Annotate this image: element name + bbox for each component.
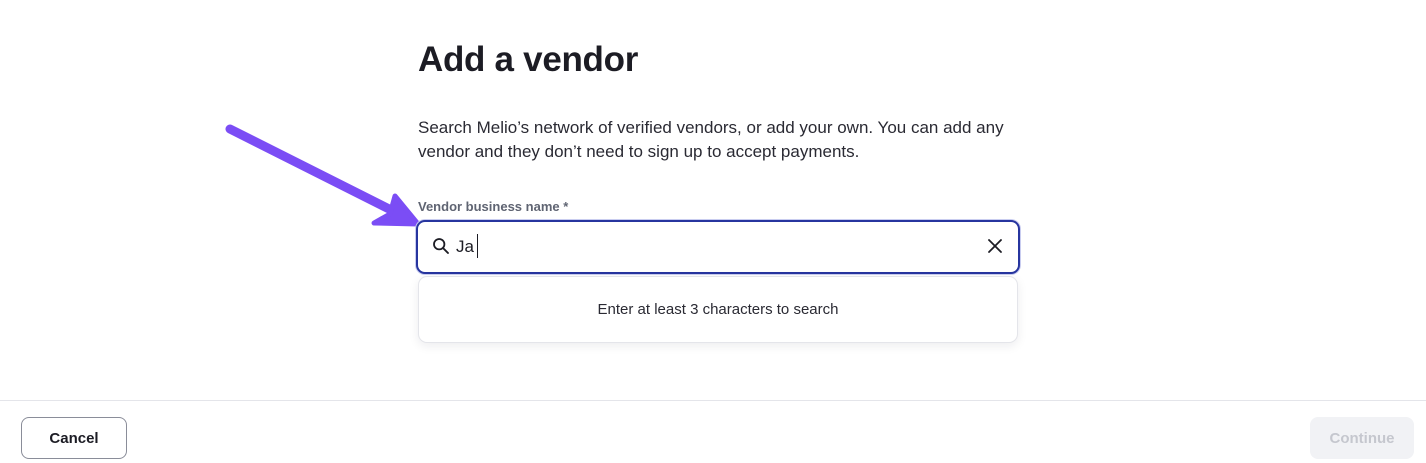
close-icon[interactable] [986, 237, 1004, 255]
page-description: Search Melio’s network of verified vendo… [418, 118, 1004, 161]
vendor-search-input[interactable] [456, 230, 976, 264]
footer-bar: Cancel Continue [0, 400, 1426, 463]
min-characters-message: Enter at least 3 characters to search [597, 301, 839, 318]
search-icon [433, 238, 449, 254]
annotation-arrow-icon [225, 124, 421, 227]
vendor-search-field[interactable] [416, 220, 1020, 274]
continue-button[interactable]: Continue [1310, 417, 1414, 459]
page-title: Add a vendor [418, 40, 639, 79]
text-caret [477, 234, 478, 258]
vendor-business-name-label: Vendor business name * [418, 199, 569, 214]
search-results-dropdown: Enter at least 3 characters to search [418, 276, 1018, 343]
cancel-button[interactable]: Cancel [21, 417, 127, 459]
